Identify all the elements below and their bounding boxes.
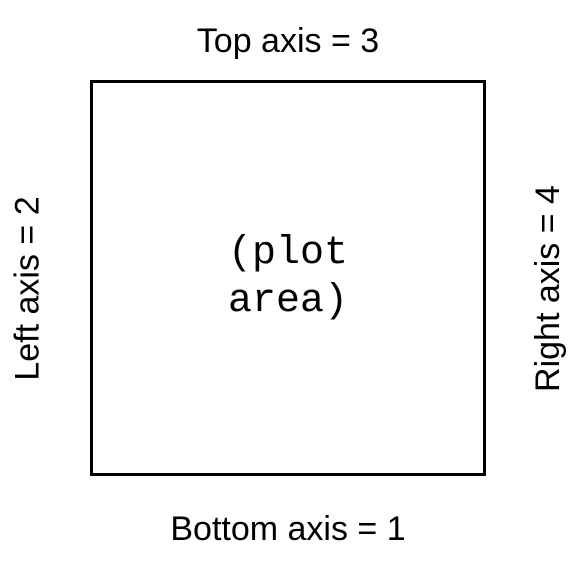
plot-area-text-line2: area): [228, 278, 348, 326]
axis-side-diagram: Top axis = 3 Left axis = 2 (plot area) R…: [0, 0, 576, 576]
left-axis-label: Left axis = 2: [9, 196, 48, 380]
bottom-axis-label: Bottom axis = 1: [0, 510, 576, 549]
plot-area-box: (plot area): [90, 80, 486, 476]
plot-area-text-line1: (plot: [228, 230, 348, 278]
top-axis-label: Top axis = 3: [0, 22, 576, 61]
right-axis-label-container: Right axis = 4: [528, 0, 568, 576]
left-axis-label-container: Left axis = 2: [8, 0, 48, 576]
right-axis-label: Right axis = 4: [529, 185, 568, 392]
